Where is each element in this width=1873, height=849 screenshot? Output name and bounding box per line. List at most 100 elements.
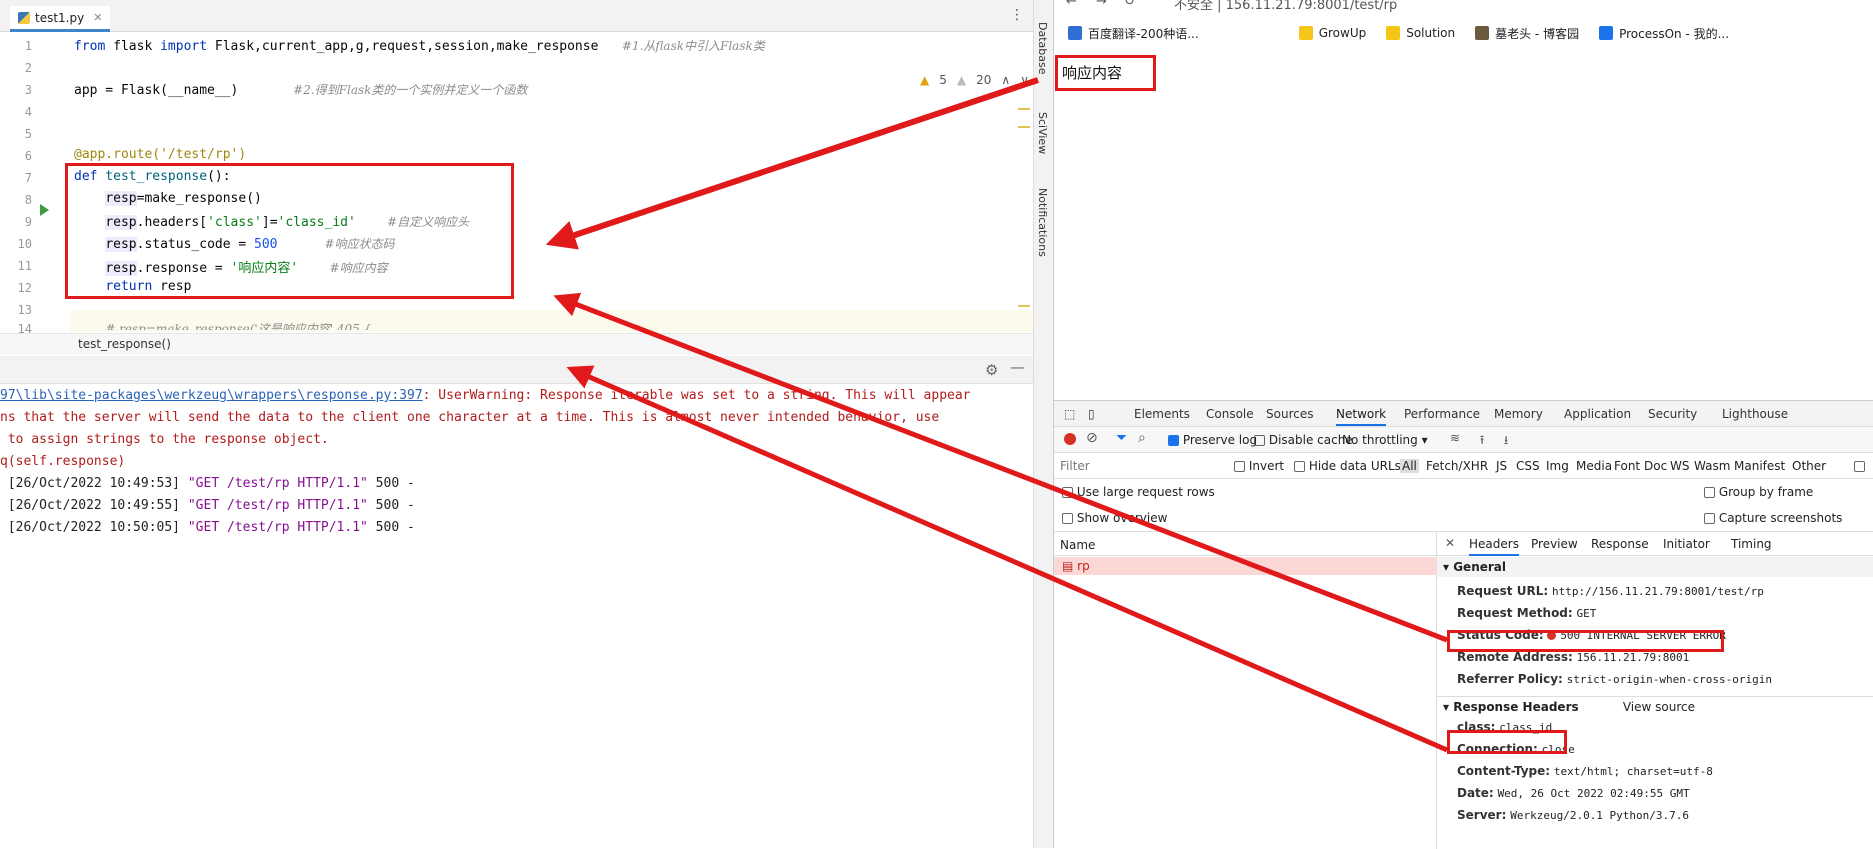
line-number: 8 (24, 193, 32, 207)
minimize-icon[interactable]: — (1010, 358, 1025, 376)
tab-console[interactable]: Console (1206, 407, 1254, 421)
tab-security[interactable]: Security (1648, 407, 1697, 421)
invert-checkbox[interactable]: Invert (1234, 459, 1284, 473)
browser-window: ← → ↻ 不安全 | 156.11.21.79:8001/test/rp 百度… (1053, 0, 1873, 849)
header-date-row: Date: Wed, 26 Oct 2022 02:49:55 GMT (1457, 786, 1690, 800)
chevron-up-icon[interactable]: ∧ (1001, 73, 1010, 87)
tab-application[interactable]: Application (1564, 407, 1631, 421)
tab-timing[interactable]: Timing (1731, 537, 1772, 551)
filter-ws[interactable]: WS (1670, 459, 1689, 473)
blocked-checkbox[interactable] (1854, 459, 1865, 473)
bookmark-item[interactable]: 墓老头 - 博客园 (1475, 25, 1579, 42)
python-file-icon (18, 11, 30, 24)
forward-icon[interactable]: → (1096, 0, 1107, 9)
reload-icon[interactable]: ↻ (1124, 0, 1135, 9)
line-number: 7 (24, 171, 32, 185)
tab-performance[interactable]: Performance (1404, 407, 1480, 421)
notifications-tool-tab[interactable]: Notifications (1036, 188, 1049, 257)
filter-img[interactable]: Img (1546, 459, 1569, 473)
more-icon[interactable]: ⋮ (1010, 8, 1024, 22)
preserve-log-checkbox[interactable]: Preserve log (1168, 433, 1257, 447)
filter-fetch[interactable]: Fetch/XHR (1426, 459, 1488, 473)
record-icon[interactable] (1064, 433, 1076, 445)
tab-elements[interactable]: Elements (1134, 407, 1190, 421)
disable-cache-checkbox[interactable]: Disable cache (1254, 433, 1353, 447)
inspect-icon[interactable]: ⬚ (1064, 407, 1075, 421)
breadcrumb[interactable]: test_response() (0, 333, 1033, 355)
database-tool-tab[interactable]: Database (1036, 22, 1049, 75)
request-row[interactable]: ▤ rp (1054, 557, 1437, 575)
file-tab[interactable]: test1.py ✕ (10, 6, 111, 32)
capture-screenshots-checkbox[interactable]: Capture screenshots (1704, 511, 1842, 525)
console-file-link[interactable]: 97\lib\site-packages\werkzeug\wrappers\r… (0, 388, 423, 403)
ide-window: test1.py ✕ ⋮ ▲ 5 ▲ 20 ∧ ∨ 1 2 3 4 5 6 7 8 9 10 11 12 1… (0, 0, 1053, 848)
warning-icon: ▲ (920, 73, 930, 87)
close-icon[interactable]: ✕ (1445, 536, 1455, 550)
device-icon[interactable]: ▯ (1088, 407, 1095, 421)
filter-media[interactable]: Media (1576, 459, 1612, 473)
hide-data-urls-checkbox[interactable]: Hide data URLs (1294, 459, 1401, 473)
code-line-3: app = Flask(__name__) #2.得到Flask类的一个实例并定… (74, 83, 528, 98)
tab-preview[interactable]: Preview (1531, 537, 1578, 551)
tab-network[interactable]: Network (1336, 407, 1387, 426)
filter-all[interactable]: All (1400, 459, 1419, 473)
large-rows-checkbox[interactable]: Use large request rows (1062, 485, 1215, 499)
general-section-header[interactable]: ▾ General (1437, 557, 1873, 577)
filter-font[interactable]: Font (1614, 459, 1640, 473)
name-column-header[interactable]: Name (1054, 532, 1437, 556)
filter-wasm[interactable]: Wasm (1694, 459, 1730, 473)
bookmark-item[interactable]: GrowUp (1298, 26, 1366, 40)
filter-input[interactable]: Filter (1060, 459, 1090, 473)
url-text[interactable]: 不安全 | 156.11.21.79:8001/test/rp (1174, 0, 1397, 13)
close-icon[interactable]: ✕ (93, 11, 102, 24)
filter-manifest[interactable]: Manifest (1734, 459, 1785, 473)
filter-doc[interactable]: Doc (1644, 459, 1667, 473)
scroll-marker (1018, 126, 1030, 128)
run-console[interactable] (0, 385, 1033, 848)
console-log-line: [26/Oct/2022 10:49:53] "GET /test/rp HTT… (0, 476, 415, 491)
show-overview-checkbox[interactable]: Show overview (1062, 511, 1167, 525)
tab-memory[interactable]: Memory (1494, 407, 1543, 421)
tab-sources[interactable]: Sources (1266, 407, 1313, 421)
tab-response[interactable]: Response (1591, 537, 1649, 551)
tab-headers[interactable]: Headers (1469, 537, 1519, 556)
back-icon[interactable]: ← (1066, 0, 1077, 9)
request-details: ✕ Headers Preview Response Initiator Tim… (1437, 532, 1873, 849)
view-source-link[interactable]: View source (1623, 700, 1695, 714)
weak-warning-count: 20 (976, 73, 992, 87)
sciview-tool-tab[interactable]: SciView (1036, 112, 1049, 154)
filter-other[interactable]: Other (1792, 459, 1826, 473)
bookmark-item[interactable]: 百度翻译-200种语... (1068, 25, 1199, 42)
response-headers-section-header[interactable]: ▾ Response Headers View source (1437, 696, 1873, 716)
run-icon[interactable] (40, 204, 49, 216)
upload-icon[interactable]: ⭱ (1480, 431, 1484, 452)
network-toolbar: ⊘ ⏷ ⌕ Preserve log Disable cache No thro… (1054, 427, 1873, 453)
group-by-frame-checkbox[interactable]: Group by frame (1704, 485, 1813, 499)
line-number: 6 (24, 149, 32, 163)
search-icon[interactable]: ⌕ (1138, 430, 1146, 446)
scroll-marker (1018, 305, 1030, 307)
bookmark-item[interactable]: ProcessOn - 我的... (1599, 25, 1729, 42)
wifi-icon[interactable]: ≋ (1450, 431, 1460, 445)
detail-tabs: ✕ Headers Preview Response Initiator Tim… (1437, 532, 1873, 556)
download-icon[interactable]: ⭳ (1504, 431, 1508, 452)
breadcrumb-item[interactable]: test_response() (78, 337, 171, 351)
scroll-marker (1018, 108, 1030, 110)
filter-css[interactable]: CSS (1516, 459, 1540, 473)
filter-icon[interactable]: ⏷ (1116, 430, 1127, 446)
line-number: 3 (24, 83, 32, 97)
bookmark-item[interactable]: Solution (1386, 26, 1455, 40)
line-number: 5 (24, 127, 32, 141)
address-bar[interactable]: ← → ↻ 不安全 | 156.11.21.79:8001/test/rp (1054, 0, 1873, 14)
filter-js[interactable]: JS (1496, 459, 1507, 473)
tab-initiator[interactable]: Initiator (1663, 537, 1710, 551)
code-line-1: from flask import Flask,current_app,g,re… (74, 39, 765, 54)
tab-lighthouse[interactable]: Lighthouse (1722, 407, 1788, 421)
throttling-select[interactable]: No throttling ▾ (1342, 433, 1428, 447)
clear-icon[interactable]: ⊘ (1086, 430, 1098, 446)
weak-warning-icon: ▲ (956, 73, 967, 87)
gear-icon[interactable]: ⚙ (985, 361, 998, 379)
console-line: to assign strings to the response object… (0, 432, 329, 447)
chevron-down-icon[interactable]: ∨ (1020, 73, 1029, 87)
inspection-widget[interactable]: ▲ 5 ▲ 20 ∧ ∨ (920, 73, 1029, 87)
